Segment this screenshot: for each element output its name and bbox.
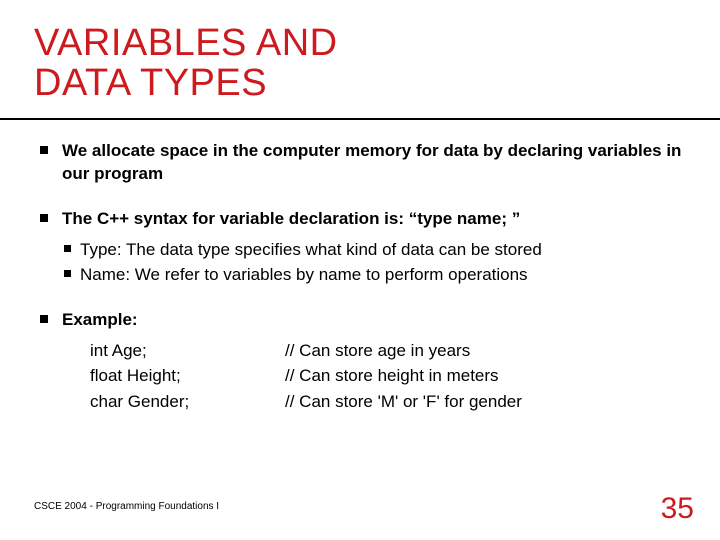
- bullet-3-text: Example:: [62, 310, 138, 329]
- slide-body: We allocate space in the computer memory…: [34, 140, 686, 436]
- example-row-3: char Gender; // Can store 'M' or 'F' for…: [90, 389, 686, 415]
- bullet-1: We allocate space in the computer memory…: [34, 140, 686, 186]
- title-line-1: VARIABLES AND: [34, 22, 338, 64]
- bullet-2-sub-2-text: Name: We refer to variables by name to p…: [80, 265, 528, 284]
- footer-course: CSCE 2004 - Programming Foundations I: [34, 501, 219, 512]
- page-number: 35: [661, 492, 694, 526]
- slide-title: VARIABLES AND DATA TYPES: [34, 24, 686, 104]
- bullet-2-sublist: Type: The data type specifies what kind …: [62, 239, 686, 287]
- bullet-2-sub-1-text: Type: The data type specifies what kind …: [80, 240, 542, 259]
- bullet-2-text: The C++ syntax for variable declaration …: [62, 209, 520, 228]
- example-comment-1: // Can store age in years: [285, 338, 470, 364]
- example-comment-2: // Can store height in meters: [285, 363, 499, 389]
- bullet-1-text: We allocate space in the computer memory…: [62, 141, 681, 183]
- example-decl-2: float Height;: [90, 363, 285, 389]
- bullet-3: Example: int Age; // Can store age in ye…: [34, 309, 686, 414]
- example-comment-3: // Can store 'M' or 'F' for gender: [285, 389, 522, 415]
- bullet-2: The C++ syntax for variable declaration …: [34, 208, 686, 287]
- bullet-list: We allocate space in the computer memory…: [34, 140, 686, 414]
- bullet-2-sub-1: Type: The data type specifies what kind …: [62, 239, 686, 262]
- bullet-2-sub-2: Name: We refer to variables by name to p…: [62, 264, 686, 287]
- title-line-2: DATA TYPES: [34, 62, 267, 104]
- example-decl-3: char Gender;: [90, 389, 285, 415]
- example-block: int Age; // Can store age in years float…: [90, 338, 686, 415]
- slide: VARIABLES AND DATA TYPES We allocate spa…: [0, 0, 720, 540]
- example-row-1: int Age; // Can store age in years: [90, 338, 686, 364]
- example-decl-1: int Age;: [90, 338, 285, 364]
- horizontal-rule: [0, 118, 720, 120]
- example-row-2: float Height; // Can store height in met…: [90, 363, 686, 389]
